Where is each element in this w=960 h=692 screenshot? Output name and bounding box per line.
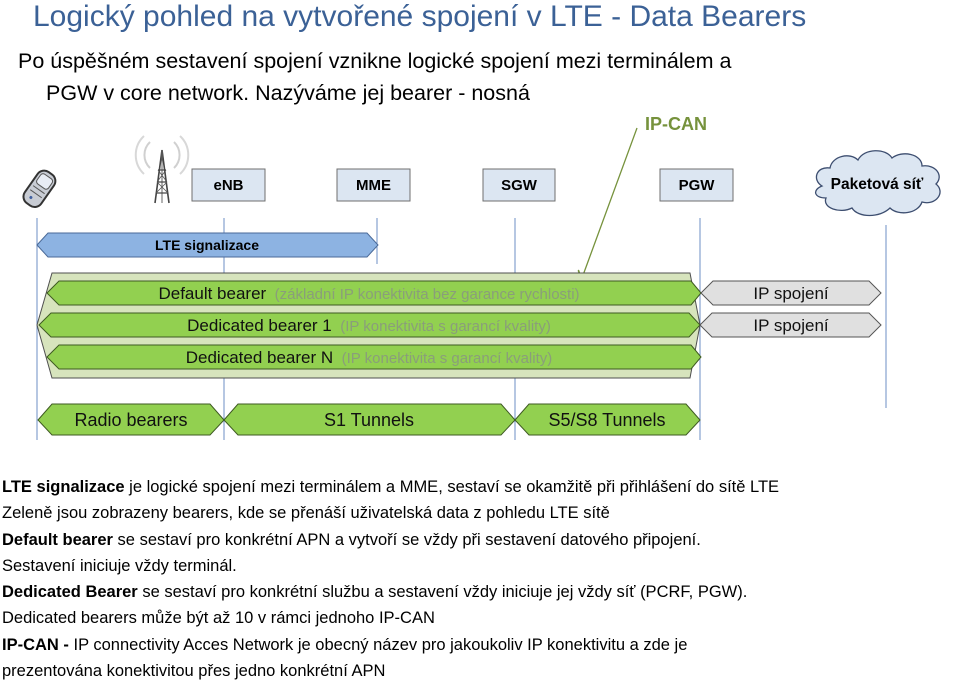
node-pgw: PGW: [659, 168, 734, 202]
note-line: IP-CAN - IP connectivity Acces Network j…: [2, 635, 688, 654]
bearer-default: Default bearer (základní IP konektivita …: [46, 280, 702, 306]
cloud-label: Paketová síť: [831, 176, 924, 193]
note-line: Dedicated bearers může být až 10 v rámci…: [2, 609, 435, 628]
svg-text:Default bearer (základní: Default bearer (základní IP konektivita …: [158, 284, 579, 303]
note-line: prezentována konektivitou přes jedno kon…: [2, 662, 386, 681]
node-pgw-label: PGW: [679, 177, 716, 194]
tunnel-s1-label: S1 Tunnels: [324, 410, 414, 430]
bearer-dedicated-1-label: Dedicated bearer 1: [187, 316, 332, 335]
tunnel-s1: S1 Tunnels: [223, 403, 516, 436]
node-enb: eNB: [191, 168, 266, 202]
bearer-dedicated-1: Dedicated bearer 1 (IP konektivita s gar…: [38, 312, 701, 338]
node-sgw: SGW: [482, 168, 556, 202]
svg-text:Dedicated bearer N (IP k: Dedicated bearer N (IP konektivita s gar…: [186, 348, 553, 367]
lte-signaling-label: LTE signalizace: [155, 237, 259, 253]
note-line: Sestavení iniciuje vždy terminál.: [2, 556, 237, 575]
ip-connection-2: IP spojení: [699, 312, 882, 338]
bearer-dedicated-1-note: (IP konektivita s garancí kvality): [340, 318, 551, 335]
packet-network-cloud: Paketová síť: [815, 150, 941, 217]
bearer-dedicated-n: Dedicated bearer N (IP konektivita s gar…: [46, 344, 702, 370]
note-line: Default bearer se sestaví pro konkrétní …: [2, 530, 701, 549]
node-mme: MME: [336, 168, 411, 202]
tunnel-s5-s8: S5/S8 Tunnels: [514, 403, 701, 436]
tunnel-radio-bearers-label: Radio bearers: [74, 410, 187, 430]
ip-connection-2-label: IP spojení: [753, 316, 829, 335]
note-line: LTE signalizace je logické spojení mezi …: [2, 478, 780, 496]
svg-text:Dedicated bearer 1 (IP k: Dedicated bearer 1 (IP konektivita s gar…: [187, 316, 551, 335]
mobile-phone-icon: [22, 169, 57, 208]
lte-signaling-arrow: LTE signalizace: [36, 232, 379, 258]
ip-connection-1-label: IP spojení: [753, 284, 829, 303]
node-mme-label: MME: [356, 177, 391, 194]
radio-tower-icon: [134, 135, 190, 204]
note-line: Zeleně jsou zobrazeny bearers, kde se př…: [2, 504, 610, 523]
node-enb-label: eNB: [213, 177, 243, 194]
tunnel-s5-s8-label: S5/S8 Tunnels: [548, 410, 665, 430]
lte-bearer-diagram: eNB MME SGW PGW Paketová síť IP-CAN LTE …: [22, 114, 941, 440]
ip-connection-1: IP spojení: [700, 280, 882, 306]
bearer-default-label: Default bearer: [158, 284, 266, 303]
ipcan-label: IP-CAN: [645, 114, 707, 134]
bearer-default-note: (základní IP konektivita bez garance ryc…: [275, 286, 580, 303]
tunnel-radio-bearers: Radio bearers: [37, 403, 225, 436]
ipcan-arrow: [582, 127, 638, 278]
note-line: Dedicated Bearer se sestaví pro konkrétn…: [2, 583, 748, 602]
explanation-notes: LTE signalizace je logické spojení mezi …: [2, 474, 960, 684]
bearer-dedicated-n-label: Dedicated bearer N: [186, 348, 333, 367]
node-sgw-label: SGW: [501, 177, 538, 194]
bearer-dedicated-n-note: (IP konektivita s garancí kvality): [342, 350, 553, 367]
